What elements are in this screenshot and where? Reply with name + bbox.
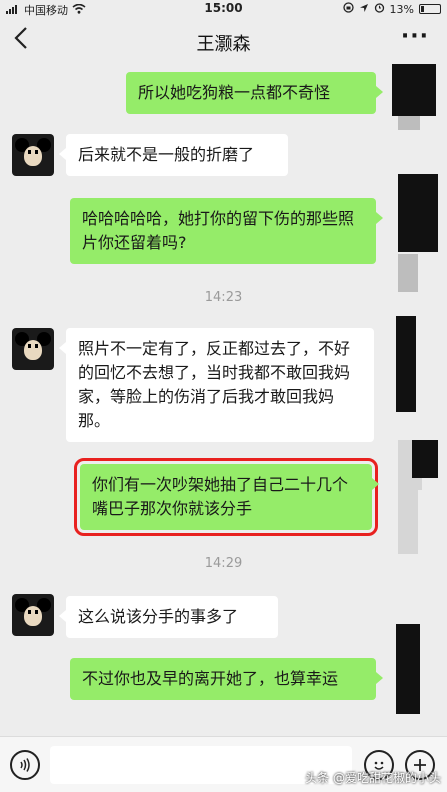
message-bubble[interactable]: 后来就不是一般的折磨了 — [59, 134, 288, 176]
status-bar: 中国移动 15:00 13% — [0, 0, 447, 18]
rotation-lock-icon — [342, 2, 354, 16]
status-right: 13% — [342, 2, 441, 16]
message-bubble[interactable]: 不过你也及早的离开她了，也算幸运 — [70, 658, 383, 700]
timestamp: 14:29 — [204, 556, 243, 571]
battery-percentage: 13% — [389, 2, 414, 16]
chat-header: 王灏森 ··· — [0, 18, 447, 64]
chat-title: 王灏森 — [196, 34, 251, 55]
redacted-avatar — [396, 316, 416, 412]
message-input-bar: 头条 @爱吃甜花椒的小头 — [0, 736, 447, 792]
redacted-avatar — [392, 64, 436, 116]
location-icon — [359, 3, 369, 16]
redacted-avatar — [396, 624, 420, 714]
highlighted-message-bubble[interactable]: 你们有一次吵架她抽了自己二十几个嘴巴子那次你就该分手 — [74, 458, 379, 536]
contact-avatar[interactable] — [12, 328, 54, 370]
redacted-avatar — [398, 116, 420, 130]
chat-area[interactable]: 所以她吃狗粮一点都不奇怪 后来就不是一般的折磨了 哈哈哈哈哈，她打你的留下伤的那… — [0, 64, 447, 736]
more-options-icon[interactable]: ··· — [401, 24, 429, 49]
contact-avatar[interactable] — [12, 134, 54, 176]
contact-avatar[interactable] — [12, 594, 54, 636]
battery-icon — [419, 4, 441, 14]
timestamp: 14:23 — [204, 290, 243, 305]
alarm-icon — [374, 2, 385, 16]
redacted-avatar — [412, 440, 438, 478]
redacted-avatar — [398, 254, 418, 292]
message-bubble[interactable]: 哈哈哈哈哈，她打你的留下伤的那些照片你还留着吗? — [70, 198, 383, 264]
watermark: 头条 @爱吃甜花椒的小头 — [305, 771, 441, 785]
redacted-avatar — [398, 174, 438, 252]
redacted-avatar — [398, 490, 418, 554]
voice-input-icon[interactable] — [10, 750, 40, 780]
message-bubble[interactable]: 这么说该分手的事多了 — [59, 596, 278, 638]
message-bubble[interactable]: 所以她吃狗粮一点都不奇怪 — [126, 72, 383, 114]
message-bubble[interactable]: 照片不一定有了，反正都过去了，不好的回忆不去想了，当时我都不敢回我妈家，等脸上的… — [59, 328, 374, 442]
